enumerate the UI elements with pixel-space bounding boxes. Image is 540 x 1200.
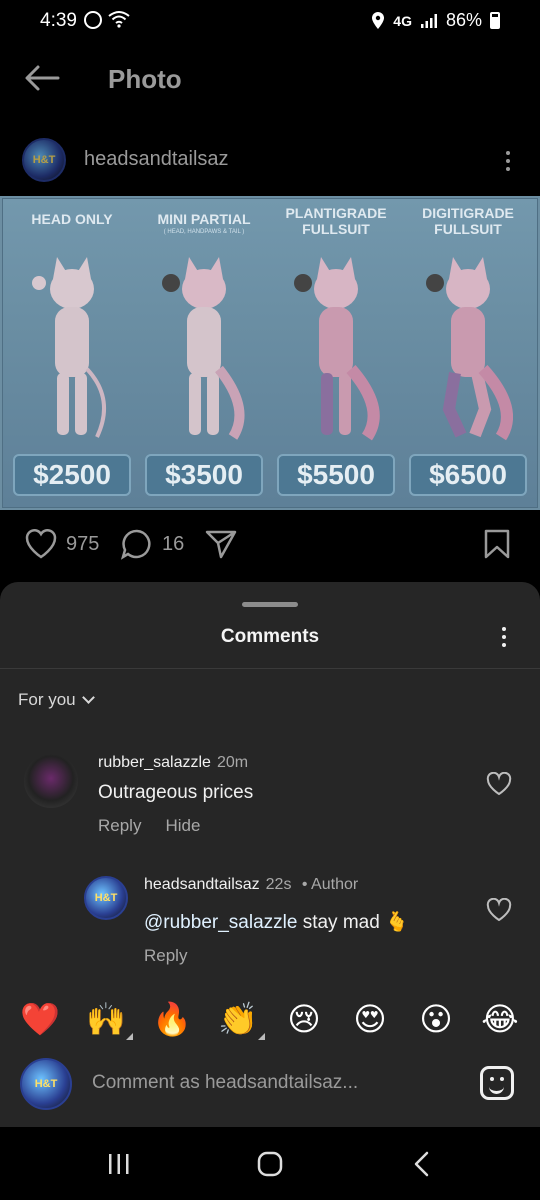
comment-composer: H&T [0, 1054, 540, 1124]
tier-plantigrade-fullsuit: PLANTIGRADE FULLSUIT $5500 [271, 199, 401, 509]
tier-head-only: HEAD ONLY $2500 [7, 199, 137, 509]
save-button[interactable] [482, 528, 512, 560]
tier-price: $5500 [277, 454, 395, 496]
post-header: H&T headsandtailsaz [0, 134, 540, 186]
status-right: 4G 86% [371, 10, 500, 31]
avatar-logo: H&T [32, 154, 56, 166]
comment-reply-item: H&T headsandtailsaz 22s • Author @rubber_… [84, 876, 524, 966]
reaction-heart[interactable]: ❤️ [20, 999, 60, 1039]
tier-price: $3500 [145, 454, 263, 496]
character-figure [32, 257, 106, 438]
comment-username[interactable]: rubber_salazzle [98, 754, 211, 771]
comment-text: @rubber_salazzle stay mad 🫰 [144, 910, 409, 934]
post-actions: 975 16 [0, 522, 540, 566]
character-figure [426, 257, 513, 441]
more-variants-indicator [126, 1033, 133, 1040]
reaction-fire[interactable]: 🔥 [152, 999, 192, 1039]
comment-count: 16 [162, 532, 185, 555]
send-icon [205, 530, 237, 559]
location-icon [372, 11, 385, 29]
bookmark-icon [484, 529, 510, 559]
heart-icon [25, 529, 57, 559]
comment-text: Outrageous prices [98, 782, 254, 803]
reaction-surprised[interactable]: 😮 [416, 999, 456, 1039]
tier-label: MINI PARTIAL [157, 211, 251, 227]
tier-mini-partial: MINI PARTIAL ( HEAD, HANDPAWS & TAIL ) $… [139, 199, 269, 509]
tier-label: PLANTIGRADE FULLSUIT [285, 205, 387, 237]
comment-actions: Reply Hide [98, 816, 200, 836]
post-image[interactable]: HEAD ONLY $2500 MINI PARTIAL ( HEAD, HAN… [0, 196, 540, 510]
like-comment-heart-icon[interactable] [486, 898, 512, 922]
comments-sheet: Comments For you [0, 582, 540, 1127]
comment-username[interactable]: headsandtailsaz [144, 876, 260, 893]
share-button[interactable] [204, 528, 238, 560]
more-options-icon[interactable] [496, 146, 520, 176]
post-username[interactable]: headsandtailsaz [84, 148, 229, 171]
comment-input[interactable] [92, 1068, 462, 1098]
top-app-bar: Photo [0, 44, 540, 116]
back-icon[interactable] [410, 1150, 434, 1178]
filter-label: For you [18, 690, 76, 709]
avatar-logo: H&T [34, 1078, 58, 1090]
reaction-crying[interactable]: 😢 [284, 999, 324, 1039]
page-title: Photo [108, 64, 182, 94]
reply-button[interactable]: Reply [144, 946, 187, 966]
signal-icon [420, 13, 437, 28]
mention-link[interactable]: @rubber_salazzle [144, 912, 297, 933]
avatar: H&T [20, 1058, 72, 1110]
reaction-heart-eyes[interactable]: 😍 [350, 999, 390, 1039]
recent-apps-icon[interactable] [106, 1150, 132, 1178]
like-button[interactable]: 975 [24, 528, 99, 560]
tier-label: HEAD ONLY [31, 211, 113, 227]
tier-label: DIGITIGRADE FULLSUIT [422, 205, 514, 237]
comment-time: 22s [265, 876, 292, 893]
comment-filter-dropdown[interactable]: For you [18, 690, 95, 710]
comment-item: rubber_salazzle 20m Outrageous prices Rep… [24, 754, 524, 844]
sheet-title: Comments [220, 626, 320, 647]
comment-actions: Reply [144, 946, 187, 966]
comment-time: 20m [216, 754, 249, 771]
comment-body: stay mad 🫰 [297, 912, 409, 933]
divider [0, 668, 540, 669]
avatar[interactable]: H&T [84, 876, 128, 920]
comment-icon [120, 529, 151, 560]
system-nav-bar [0, 1128, 540, 1200]
hotspot-icon [84, 11, 102, 29]
status-bar: 4:39 4G 86% [0, 0, 540, 44]
chevron-down-icon [81, 691, 95, 704]
network-type: 4G [393, 12, 412, 29]
tier-digitigrade-fullsuit: DIGITIGRADE FULLSUIT $6500 [403, 199, 533, 509]
comment-button[interactable]: 16 [120, 528, 184, 560]
avatar[interactable]: H&T [22, 138, 66, 182]
reaction-laughing[interactable]: 😂 [480, 999, 520, 1039]
status-time: 4:39 [40, 10, 77, 31]
more-options-icon[interactable] [492, 622, 516, 652]
character-figure [294, 257, 380, 441]
wifi-icon [108, 10, 130, 33]
hide-button[interactable]: Hide [165, 816, 200, 836]
avatar-logo: H&T [94, 892, 118, 904]
reaction-raising-hands[interactable]: 🙌 [86, 999, 126, 1039]
battery-icon [490, 12, 500, 29]
reaction-clap[interactable]: 👏 [218, 999, 258, 1039]
like-comment-heart-icon[interactable] [486, 772, 512, 796]
arrow-left-icon[interactable] [22, 62, 62, 98]
drag-handle[interactable] [242, 602, 298, 607]
quick-reactions-bar: ❤️ 🙌 🔥 👏 😢 😍 😮 😂 [0, 995, 540, 1045]
tier-price: $2500 [13, 454, 131, 496]
battery-percent: 86% [445, 10, 482, 30]
like-count: 975 [66, 532, 100, 555]
sticker-icon[interactable] [480, 1066, 514, 1100]
author-badge: • Author [301, 876, 359, 893]
avatar[interactable] [24, 754, 78, 808]
price-sheet-artwork: HEAD ONLY $2500 MINI PARTIAL ( HEAD, HAN… [2, 198, 538, 508]
home-icon[interactable] [256, 1150, 284, 1178]
tier-sub-label: ( HEAD, HANDPAWS & TAIL ) [163, 229, 245, 235]
character-figure [162, 257, 245, 440]
tier-price: $6500 [409, 454, 527, 496]
more-variants-indicator [258, 1033, 265, 1040]
comment-meta: rubber_salazzle 20m [98, 754, 248, 772]
reply-button[interactable]: Reply [98, 816, 141, 836]
comment-meta: headsandtailsaz 22s • Author [144, 876, 358, 894]
